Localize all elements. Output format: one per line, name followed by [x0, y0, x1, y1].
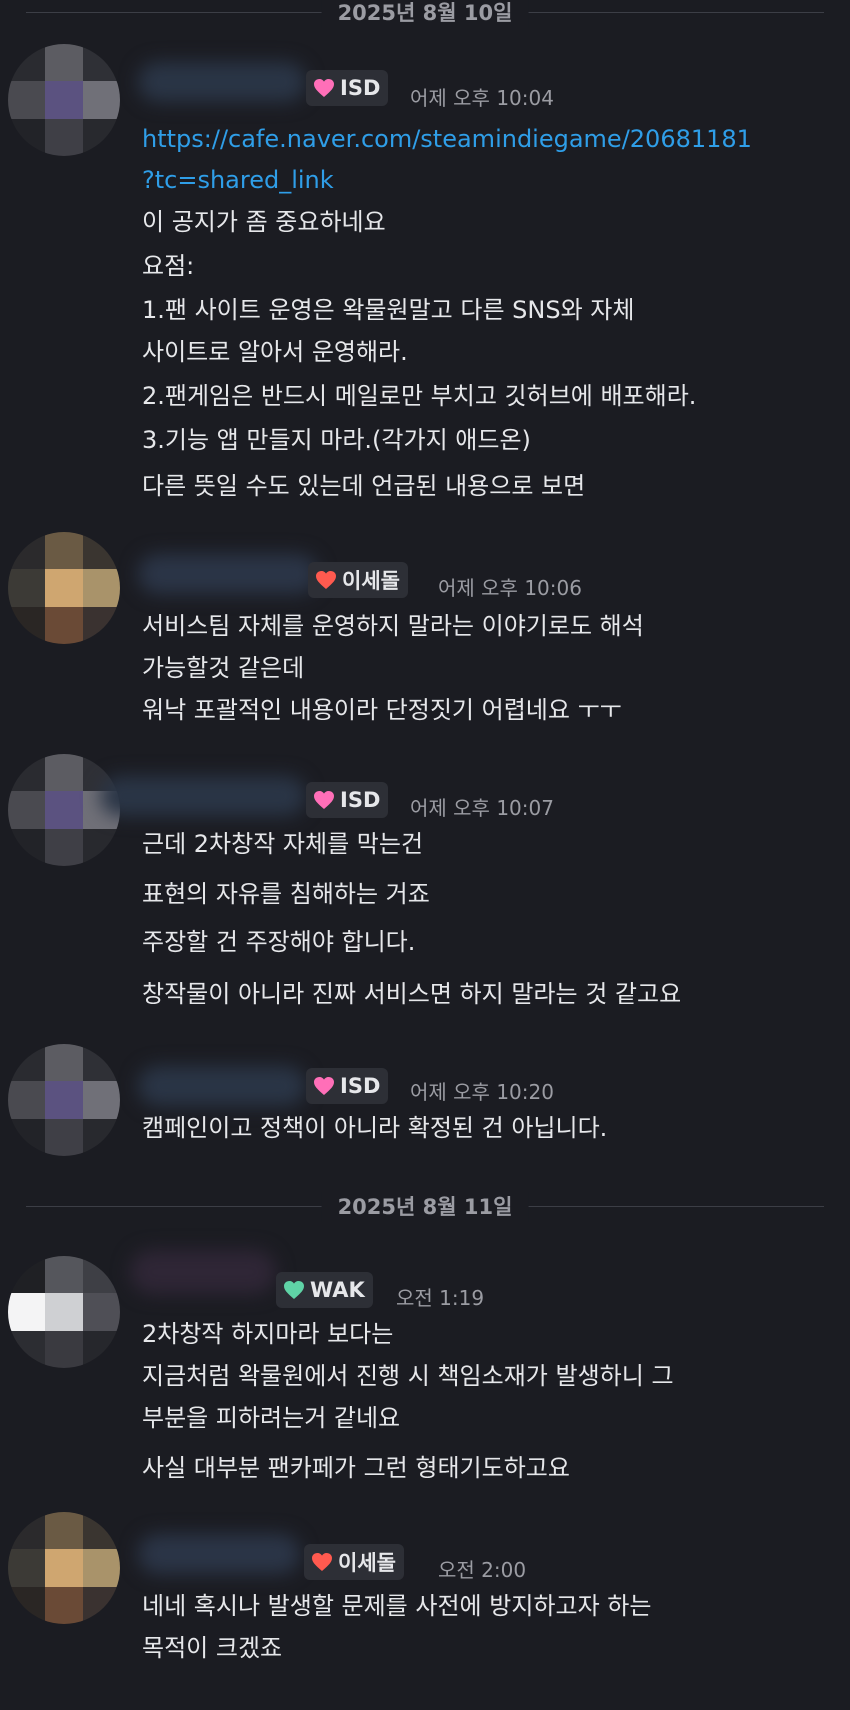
message-line: 창작물이 아니라 진짜 서비스면 하지 말라는 것 같고요: [142, 980, 682, 1008]
timestamp: 어제 오후 10:04: [410, 86, 554, 110]
message-line: 근데 2차창작 자체를 막는건: [142, 830, 424, 858]
message-line: 부분을 피하려는거 같네요: [142, 1404, 401, 1432]
date-divider: 2025년 8월 10일: [26, 0, 824, 28]
role-label: ISD: [340, 76, 381, 100]
heart-icon: [316, 571, 336, 589]
timestamp: 어제 오후 10:20: [410, 1080, 554, 1104]
message-line: 1.팬 사이트 운영은 왁물원말고 다른 SNS와 자체: [142, 296, 635, 324]
heart-icon: [314, 791, 334, 809]
message-line: 주장할 건 주장해야 합니다.: [142, 928, 416, 956]
message-line: 표현의 자유를 침해하는 거죠: [142, 880, 430, 908]
message-line: 요점:: [142, 252, 195, 280]
username-redacted[interactable]: [138, 1066, 306, 1106]
username-redacted[interactable]: [138, 1534, 300, 1574]
role-label: 이세돌: [338, 1551, 396, 1575]
username-redacted[interactable]: [138, 62, 306, 102]
message-link-continued[interactable]: ?tc=shared_link: [142, 164, 334, 196]
heart-icon: [314, 1077, 334, 1095]
message-line: 워낙 포괄적인 내용이라 단정짓기 어렵네요 ㅜㅜ: [142, 696, 622, 724]
message-line: 캠페인이고 정책이 아니라 확정된 건 아닙니다.: [142, 1114, 608, 1142]
role-label: 이세돌: [342, 569, 400, 593]
role-badge[interactable]: WAK: [276, 1272, 373, 1308]
message-line: 2.팬게임은 반드시 메일로만 부치고 깃허브에 배포해라.: [142, 382, 697, 410]
message-link[interactable]: https://cafe.naver.com/steamindiegame/20…: [142, 123, 752, 155]
message-line: 사이트로 알아서 운영해라.: [142, 338, 408, 366]
date-divider: 2025년 8월 11일: [26, 1192, 824, 1222]
username-redacted[interactable]: [130, 1250, 276, 1294]
role-badge[interactable]: 이세돌: [308, 562, 408, 598]
role-label: WAK: [310, 1278, 365, 1302]
message-line: 네네 혹시나 발생할 문제를 사전에 방지하고자 하는: [142, 1592, 652, 1620]
avatar[interactable]: [8, 532, 120, 644]
role-badge[interactable]: ISD: [306, 1068, 389, 1104]
date-label: 2025년 8월 11일: [321, 1192, 529, 1222]
message-line: 가능할것 같은데: [142, 654, 305, 682]
username-redacted[interactable]: [100, 776, 306, 816]
message-line: 이 공지가 좀 중요하네요: [142, 208, 386, 236]
avatar[interactable]: [8, 44, 120, 156]
avatar[interactable]: [8, 1512, 120, 1624]
message-line: 지금처럼 왁물원에서 진행 시 책임소재가 발생하니 그: [142, 1362, 674, 1390]
role-badge[interactable]: ISD: [306, 70, 389, 106]
message-line: 2차창작 하지마라 보다는: [142, 1320, 394, 1348]
message-line: 다른 뜻일 수도 있는데 언급된 내용으로 보면: [142, 472, 586, 500]
avatar[interactable]: [8, 1044, 120, 1156]
message-line: 서비스팀 자체를 운영하지 말라는 이야기로도 해석: [142, 612, 644, 640]
timestamp: 어제 오후 10:07: [410, 796, 554, 820]
message-line: 3.기능 앱 만들지 마라.(각가지 애드온): [142, 426, 531, 454]
message-line: 사실 대부분 팬카페가 그런 형태기도하고요: [142, 1454, 570, 1482]
avatar[interactable]: [8, 1256, 120, 1368]
timestamp: 오전 2:00: [438, 1558, 527, 1582]
heart-icon: [284, 1281, 304, 1299]
role-label: ISD: [340, 1074, 381, 1098]
avatar[interactable]: [8, 754, 120, 866]
role-label: ISD: [340, 788, 381, 812]
timestamp: 오전 1:19: [396, 1286, 485, 1310]
heart-icon: [312, 1553, 332, 1571]
date-label: 2025년 8월 10일: [321, 0, 529, 28]
username-redacted[interactable]: [138, 554, 318, 594]
message-line: 목적이 크겠죠: [142, 1634, 283, 1662]
timestamp: 어제 오후 10:06: [438, 576, 582, 600]
role-badge[interactable]: ISD: [306, 782, 389, 818]
heart-icon: [314, 79, 334, 97]
role-badge[interactable]: 이세돌: [304, 1544, 404, 1580]
